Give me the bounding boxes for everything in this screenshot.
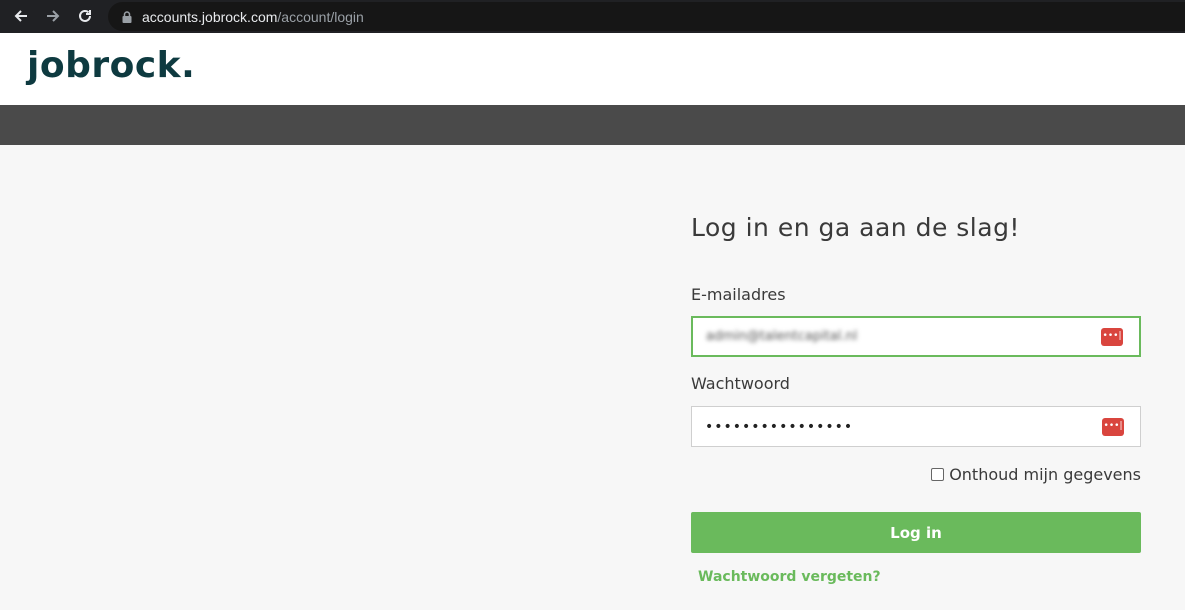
lock-icon bbox=[122, 10, 132, 23]
login-button[interactable]: Log in bbox=[691, 512, 1141, 553]
email-value: admin@talentcapital.nl bbox=[706, 329, 858, 344]
logo-text: jobrock bbox=[27, 45, 182, 86]
forgot-password-link[interactable]: Wachtwoord vergeten? bbox=[698, 569, 881, 585]
arrow-left-icon bbox=[14, 10, 27, 22]
logo-dot: . bbox=[181, 45, 196, 86]
site-header: jobrock. bbox=[0, 33, 1185, 105]
password-value: •••••••••••••••• bbox=[705, 418, 854, 435]
page-title: Log in en ga aan de slag! bbox=[691, 213, 1020, 242]
reload-icon bbox=[79, 9, 91, 22]
arrow-right-icon bbox=[47, 10, 60, 22]
remember-me[interactable]: Onthoud mijn gegevens bbox=[931, 465, 1141, 484]
browser-toolbar: accounts.jobrock.com/account/login bbox=[0, 0, 1185, 33]
password-manager-glyph: •••| bbox=[1103, 421, 1123, 431]
email-field[interactable]: admin@talentcapital.nl •••| bbox=[691, 316, 1141, 357]
password-manager-icon[interactable]: •••| bbox=[1101, 327, 1123, 346]
password-manager-icon[interactable]: •••| bbox=[1102, 417, 1124, 436]
remember-label[interactable]: Onthoud mijn gegevens bbox=[949, 465, 1141, 484]
reload-button[interactable] bbox=[72, 4, 98, 28]
remember-checkbox[interactable] bbox=[931, 468, 945, 481]
header-band bbox=[0, 105, 1185, 145]
password-manager-glyph: •••| bbox=[1102, 331, 1122, 341]
url-path: /account/login bbox=[277, 8, 364, 25]
back-button[interactable] bbox=[8, 4, 34, 28]
jobrock-logo[interactable]: jobrock. bbox=[27, 45, 195, 86]
address-bar[interactable]: accounts.jobrock.com/account/login bbox=[108, 2, 1185, 31]
email-label: E-mailadres bbox=[691, 285, 786, 304]
forward-button[interactable] bbox=[40, 4, 66, 28]
password-field[interactable]: •••••••••••••••• •••| bbox=[691, 406, 1141, 447]
url-host: accounts.jobrock.com bbox=[142, 8, 278, 25]
password-label: Wachtwoord bbox=[691, 374, 790, 393]
